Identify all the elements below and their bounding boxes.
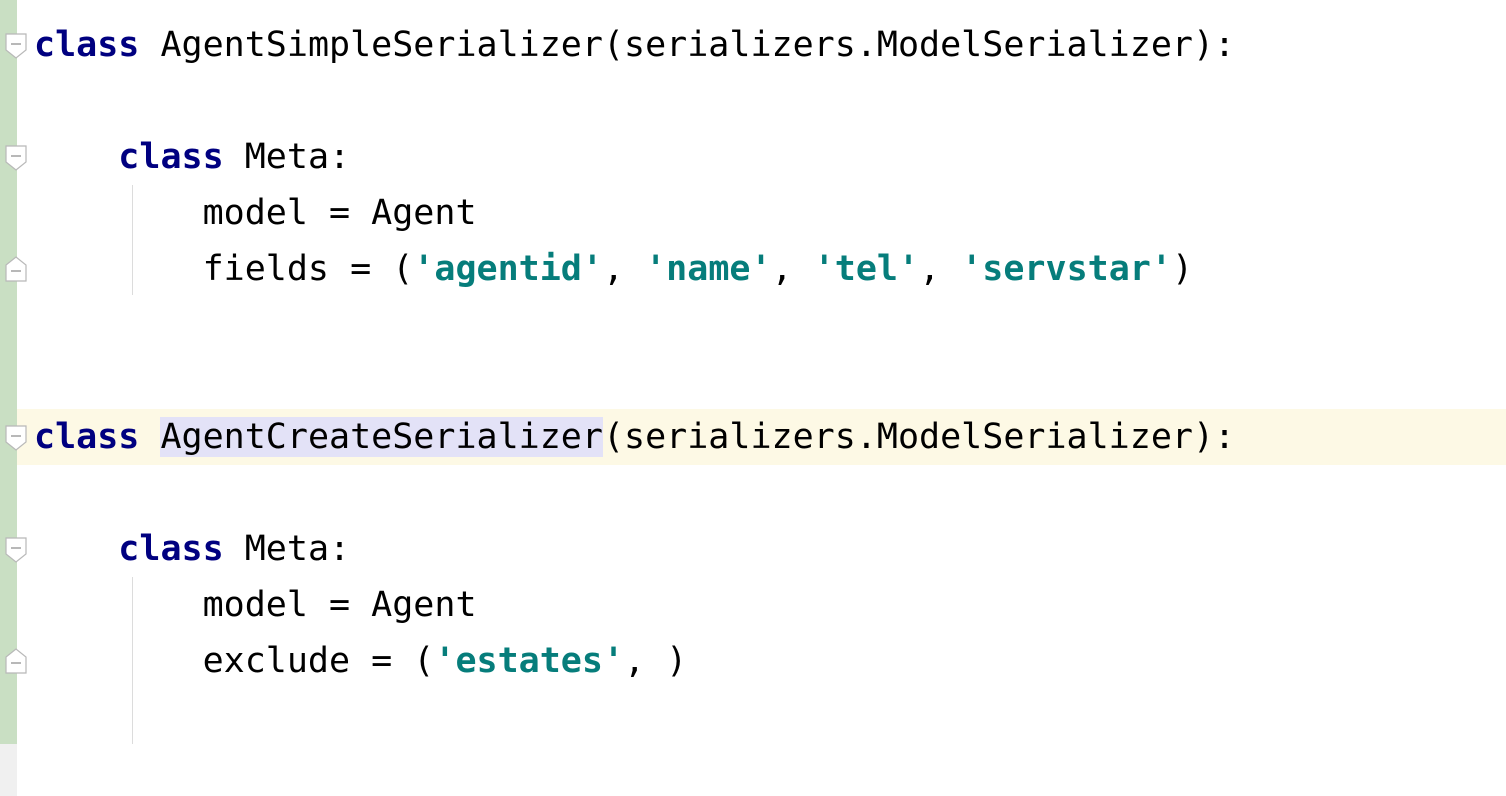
code-text: (serializers.ModelSerializer): — [602, 417, 1236, 457]
code-line[interactable]: exclude = ('estates', ) — [34, 633, 688, 689]
code-line[interactable]: model = Agent — [34, 185, 477, 241]
code-line[interactable]: fields = ('agentid', 'name', 'tel', 'ser… — [34, 241, 1193, 297]
fold-close-icon[interactable] — [5, 256, 27, 282]
keyword: class — [118, 529, 224, 569]
vcs-change-marker[interactable] — [0, 0, 17, 744]
code-text: Meta: — [244, 137, 351, 177]
code-text: , — [919, 249, 962, 289]
code-line[interactable]: class AgentCreateSerializer(serializers.… — [34, 409, 1235, 465]
code-text: model = Agent — [202, 193, 477, 233]
code-text: , — [602, 249, 646, 289]
string-literal: 'estates' — [434, 641, 625, 681]
code-text: , ) — [624, 641, 688, 681]
fold-close-icon[interactable] — [5, 648, 27, 674]
code-editor[interactable]: class AgentSimpleSerializer(serializers.… — [34, 0, 1506, 796]
code-text: fields = ( — [202, 249, 414, 289]
class-name: AgentSimpleSerializer — [160, 25, 603, 65]
gutter-empty-area — [0, 744, 17, 796]
code-text: ) — [1171, 249, 1194, 289]
fold-open-icon[interactable] — [5, 425, 27, 451]
code-text: Meta: — [244, 529, 351, 569]
code-line[interactable]: class Meta: — [34, 521, 350, 577]
keyword: class — [34, 25, 140, 65]
fold-open-icon[interactable] — [5, 33, 27, 59]
string-literal: 'tel' — [813, 249, 920, 289]
code-text: model = Agent — [202, 585, 477, 625]
keyword: class — [34, 417, 140, 457]
code-line[interactable]: class AgentSimpleSerializer(serializers.… — [34, 17, 1235, 73]
fold-open-icon[interactable] — [5, 145, 27, 171]
string-literal: 'servstar' — [961, 249, 1172, 289]
code-text: (serializers.ModelSerializer): — [602, 25, 1236, 65]
code-line[interactable]: class Meta: — [34, 129, 350, 185]
string-literal: 'agentid' — [413, 249, 603, 289]
fold-open-icon[interactable] — [5, 537, 27, 563]
code-text: exclude = ( — [202, 641, 435, 681]
code-text: , — [771, 249, 814, 289]
class-name: AgentCreateSerializer — [160, 417, 603, 457]
keyword: class — [118, 137, 224, 177]
string-literal: 'name' — [645, 249, 772, 289]
code-line[interactable]: model = Agent — [34, 577, 477, 633]
